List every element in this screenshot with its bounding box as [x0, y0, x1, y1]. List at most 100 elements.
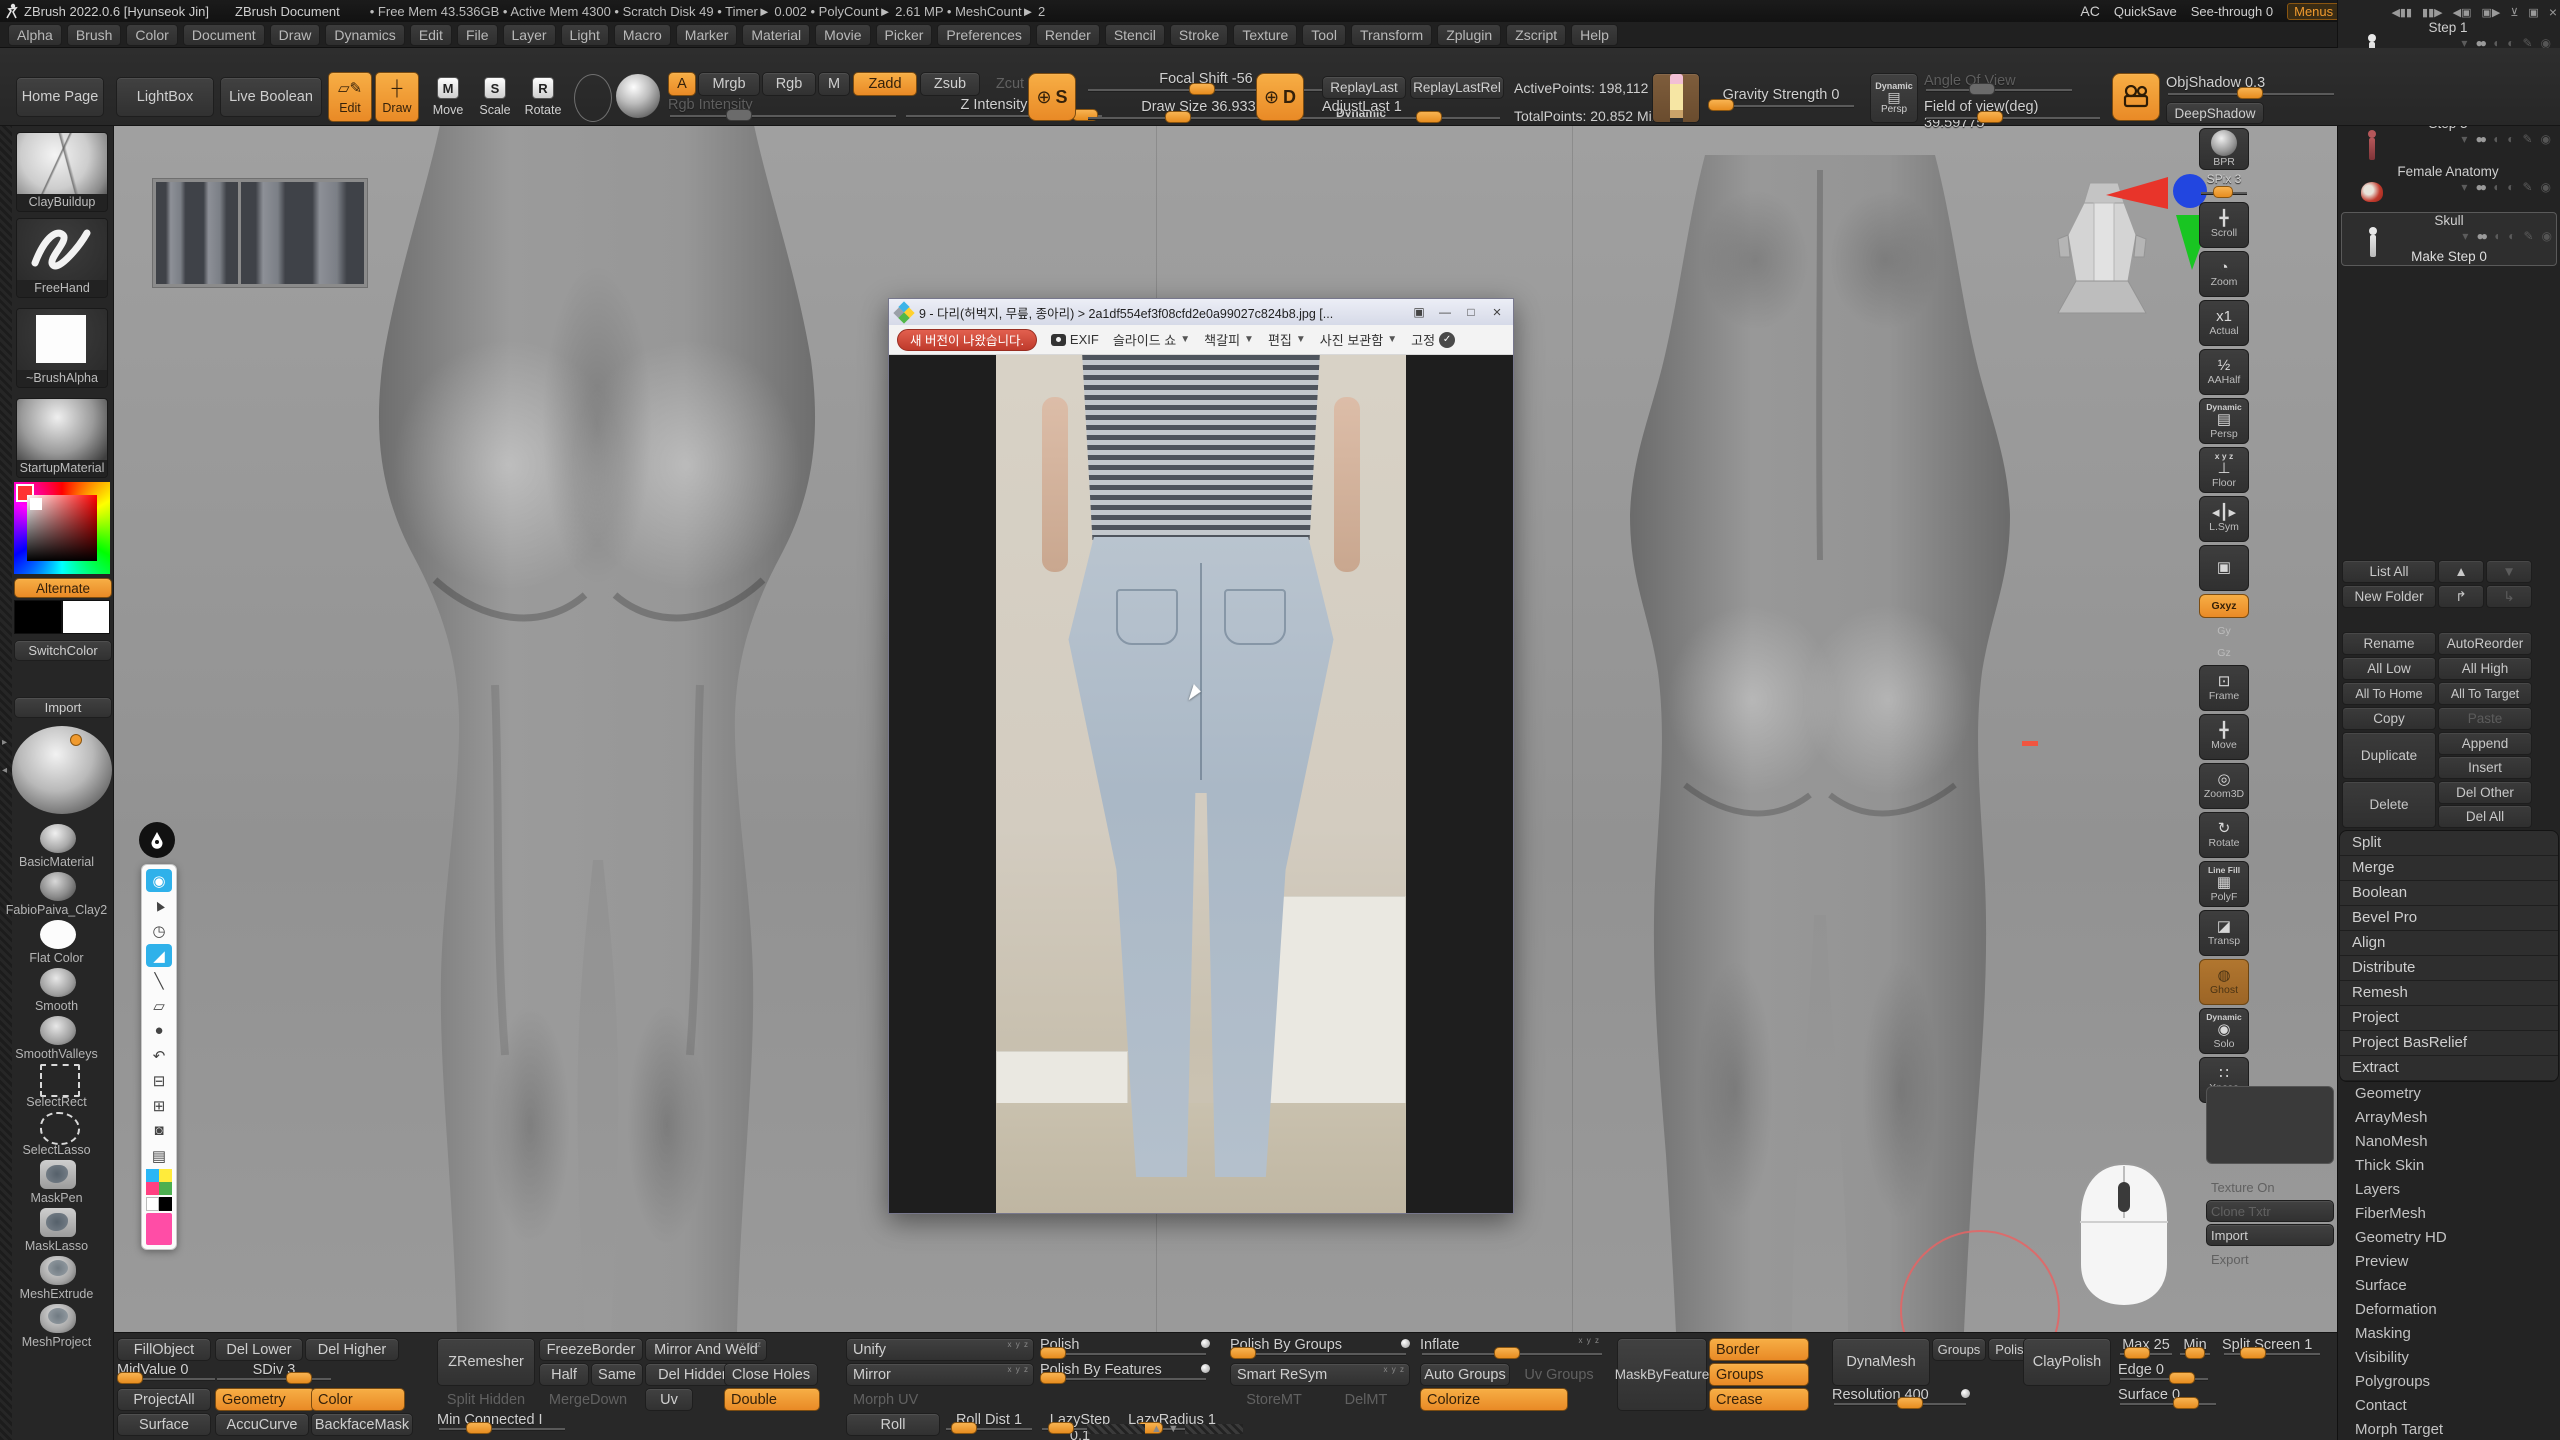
- subtool-down-button[interactable]: ▼: [2486, 560, 2532, 583]
- light-placement-sphere[interactable]: [12, 726, 112, 814]
- clipboard-icon[interactable]: ▤: [146, 1144, 172, 1167]
- visibility-pair-icon[interactable]: ●●: [2475, 132, 2484, 146]
- menu-item[interactable]: Tool: [1302, 24, 1346, 46]
- subtool-op-button[interactable]: Extract: [2340, 1056, 2558, 1081]
- roll-button[interactable]: Roll: [846, 1413, 940, 1436]
- panel-close-icon[interactable]: ×: [2549, 4, 2557, 20]
- ghost-button[interactable]: ◍ Ghost: [2199, 959, 2249, 1005]
- tray-expand-icon[interactable]: ◂: [2, 765, 7, 776]
- max-slider[interactable]: Max 25: [2118, 1338, 2174, 1360]
- auto-groups-button[interactable]: Auto Groups: [1420, 1363, 1510, 1386]
- freeze-border-button[interactable]: FreezeBorder: [539, 1338, 643, 1361]
- morph-uv-button[interactable]: Morph UV: [846, 1388, 974, 1411]
- gravity-pencil-button[interactable]: [1652, 73, 1700, 123]
- polish-by-features-slider[interactable]: Polish By Features: [1040, 1363, 1208, 1385]
- list-all-button[interactable]: List All: [2342, 560, 2436, 583]
- home-page-button[interactable]: Home Page: [16, 77, 104, 117]
- menu-item[interactable]: Stencil: [1105, 24, 1165, 46]
- quicksave-button[interactable]: QuickSave: [2114, 4, 2177, 19]
- stroke-freehand[interactable]: FreeHand: [16, 218, 108, 298]
- all-low-button[interactable]: All Low: [2342, 657, 2436, 680]
- tool-section-header[interactable]: Contact: [2339, 1394, 2557, 1418]
- tool-section-header[interactable]: Masking: [2339, 1322, 2557, 1346]
- floor-button[interactable]: x y z ⊥ Floor: [2199, 447, 2249, 493]
- alpha-brushalpha[interactable]: ~BrushAlpha: [16, 308, 108, 388]
- resolution-slider[interactable]: Resolution 400: [1832, 1388, 1968, 1410]
- replay-last-rel-button[interactable]: ReplayLastRel: [1410, 76, 1504, 99]
- material-preview[interactable]: [616, 74, 660, 118]
- panel-next-icon[interactable]: ▣▶: [2481, 6, 2500, 19]
- camera-lock-button[interactable]: ▣: [2199, 545, 2249, 591]
- tool-section-header[interactable]: Layers: [2339, 1178, 2557, 1202]
- dynamic-persp-button[interactable]: Dynamic ▤ Persp: [2199, 398, 2249, 444]
- tool-section-header[interactable]: Polygroups: [2339, 1370, 2557, 1394]
- menu-item[interactable]: Render: [1036, 24, 1100, 46]
- left-tray-item[interactable]: Smooth: [0, 966, 113, 1014]
- gy-button[interactable]: Gy: [2199, 621, 2249, 640]
- menu-item[interactable]: Light: [561, 24, 609, 46]
- dynamic-brush-button[interactable]: ⊕D: [1256, 73, 1304, 121]
- timer-tool-icon[interactable]: ◷: [146, 919, 172, 942]
- tool-section-header[interactable]: Morph Target: [2339, 1418, 2557, 1440]
- screenshot-camera-icon[interactable]: ◙: [146, 1119, 172, 1142]
- viewer-maximize-icon[interactable]: □: [1461, 303, 1481, 321]
- marker-tool-icon[interactable]: ◢: [146, 944, 172, 967]
- eye-icon[interactable]: ◉: [2541, 180, 2551, 194]
- color-selector[interactable]: [30, 498, 42, 510]
- solo-button[interactable]: Dynamic ◉ Solo: [2199, 1008, 2249, 1054]
- new-folder-button[interactable]: New Folder: [2342, 585, 2436, 608]
- tool-section-header[interactable]: Geometry: [2339, 1082, 2557, 1106]
- uv-groups-button[interactable]: Uv Groups: [1512, 1363, 1606, 1386]
- backface-mask-button[interactable]: BackfaceMask: [311, 1413, 413, 1436]
- del-mt-button[interactable]: DelMT: [1322, 1388, 1410, 1411]
- move-button[interactable]: M Move: [425, 72, 471, 122]
- a-toggle[interactable]: A: [668, 72, 696, 96]
- field-of-view-slider[interactable]: Field of view(deg) 39.59775: [1924, 100, 2102, 124]
- move-to-folder-button[interactable]: ↱: [2438, 585, 2484, 608]
- polish-groups-mode-dot[interactable]: [1401, 1339, 1410, 1348]
- brush-clay-buildup[interactable]: ClayBuildup: [16, 132, 108, 212]
- menu-item[interactable]: Transform: [1351, 24, 1432, 46]
- menu-item[interactable]: Material: [742, 24, 810, 46]
- project-all-button[interactable]: ProjectAll: [117, 1388, 211, 1411]
- crescent-icon[interactable]: ◖: [2492, 180, 2499, 194]
- min-connected-slider[interactable]: Min Connected I: [437, 1413, 567, 1435]
- m-button[interactable]: M: [818, 72, 850, 96]
- gxyz-button[interactable]: Gxyz: [2199, 594, 2249, 618]
- subtool-op-button[interactable]: Bevel Pro: [2340, 906, 2558, 931]
- polish-slider[interactable]: Polish: [1040, 1338, 1208, 1360]
- adjust-last-slider[interactable]: AdjustLast 1: [1322, 100, 1502, 124]
- tool-section-header[interactable]: Geometry HD: [2339, 1226, 2557, 1250]
- trash-icon[interactable]: ⊟: [146, 1069, 172, 1092]
- subtool-op-button[interactable]: Boolean: [2340, 881, 2558, 906]
- move-into-folder-button[interactable]: ↳: [2486, 585, 2532, 608]
- main-color-swatch[interactable]: [14, 600, 62, 634]
- obj-shadow-slider[interactable]: ObjShadow 0.3: [2166, 76, 2336, 100]
- scroll-hatch[interactable]: [1087, 1424, 1145, 1434]
- left-tray-item[interactable]: MaskLasso: [0, 1206, 113, 1254]
- visibility-pair-icon[interactable]: ●●: [2476, 229, 2485, 243]
- crescent-icon[interactable]: ◖: [2493, 229, 2500, 243]
- angle-of-view-slider[interactable]: Angle Of View: [1924, 74, 2074, 96]
- slideshow-menu[interactable]: 슬라이드 쇼▼: [1113, 330, 1190, 349]
- zoom-button[interactable]: ◔ Zoom: [2199, 251, 2249, 297]
- zoom3d-button[interactable]: ◎ Zoom3D: [2199, 763, 2249, 809]
- subtool-op-button[interactable]: Split: [2340, 831, 2558, 856]
- left-tray-item[interactable]: MaskPen: [0, 1158, 113, 1206]
- mirror-button[interactable]: Mirrorx y z: [846, 1363, 1034, 1386]
- scroll-hatch[interactable]: [1185, 1424, 1243, 1434]
- scroll-button[interactable]: ╋ Scroll: [2199, 202, 2249, 248]
- all-to-target-button[interactable]: All To Target: [2438, 682, 2532, 705]
- polish-mode-dot[interactable]: [1201, 1339, 1210, 1348]
- zremesher-button[interactable]: ZRemesher: [437, 1338, 535, 1386]
- unify-button[interactable]: Unifyx y z: [846, 1338, 1034, 1361]
- menus-toggle[interactable]: Menus: [2287, 3, 2340, 20]
- material-startup[interactable]: StartupMaterial: [16, 398, 108, 478]
- mid-value-slider[interactable]: MidValue 0: [117, 1363, 217, 1385]
- current-color-swatch[interactable]: [146, 1213, 172, 1245]
- sculpt-lower-body[interactable]: [285, 125, 915, 1332]
- subtool-op-button[interactable]: Distribute: [2340, 956, 2558, 981]
- obj-shadow-camera-button[interactable]: [2112, 73, 2160, 121]
- pin-toggle[interactable]: 고정 ✓: [1411, 330, 1455, 349]
- whiteboard-icon[interactable]: ⊞: [146, 1094, 172, 1117]
